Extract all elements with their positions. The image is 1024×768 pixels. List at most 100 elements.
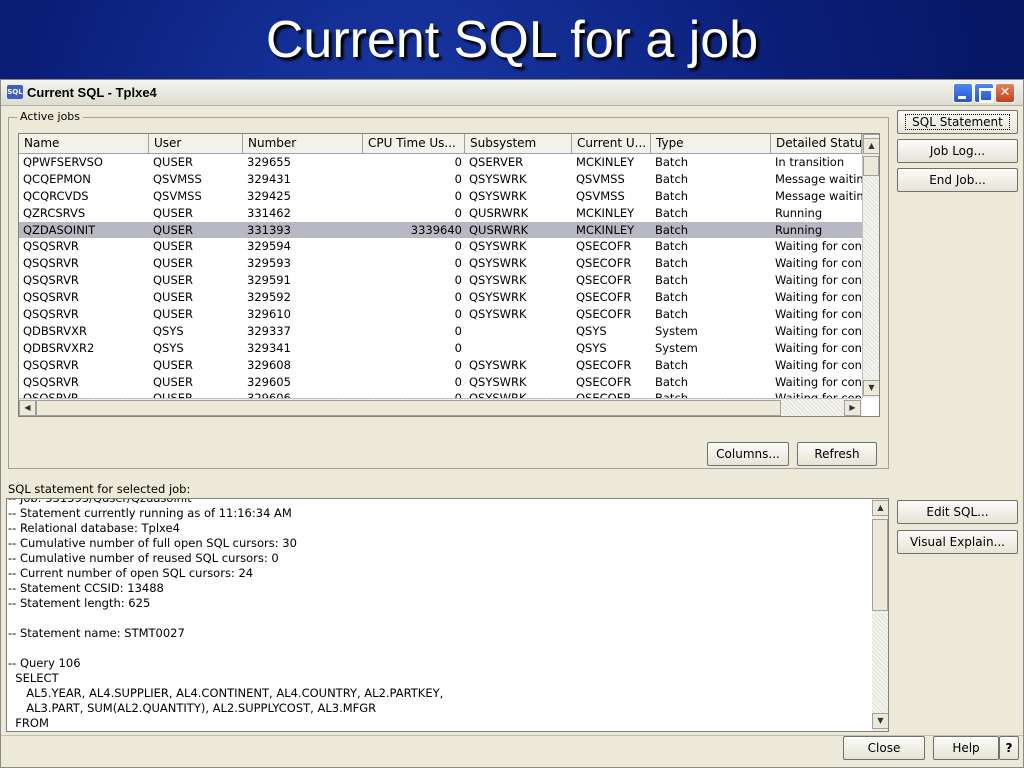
minimize-button[interactable]: [953, 83, 973, 103]
table-cell: QSERVER: [469, 155, 524, 169]
table-cell: 3339640: [410, 222, 462, 237]
table-cell: Message waiting: [775, 188, 862, 203]
whats-this-button[interactable]: ?: [999, 736, 1019, 760]
table-vertical-thumb[interactable]: [863, 156, 879, 176]
table-vertical-scrollbar[interactable]: ▲ ▼: [862, 134, 879, 398]
column-header[interactable]: Type: [651, 134, 771, 154]
sql-app-icon: SQL: [7, 85, 23, 99]
table-cell: Batch: [655, 188, 689, 203]
table-row[interactable]: QSQSRVRQUSER3296060QSYSWRKQSECOFRBatchWa…: [19, 390, 862, 398]
table-cell: Batch: [651, 390, 771, 398]
scroll-left-icon[interactable]: ◀: [19, 400, 36, 416]
edit-sql-button[interactable]: Edit SQL...: [897, 500, 1018, 524]
table-cell: QUSER: [153, 205, 194, 220]
table-horizontal-thumb[interactable]: [36, 400, 781, 416]
table-row[interactable]: QSQSRVR QUSER 329610 0 QSYSWRK QSECOFR Batch Wa…: [19, 306, 862, 323]
current-sql-window: SQL Current SQL - Tplxe4 ✕ Active jobs N…: [0, 79, 1024, 768]
table-cell: QUSER: [153, 307, 194, 322]
table-cell: MCKINLEY: [576, 222, 635, 237]
column-header[interactable]: Subsystem: [465, 134, 572, 154]
column-header[interactable]: Current U...: [572, 134, 651, 154]
column-header[interactable]: CPU Time Us...: [363, 134, 465, 154]
table-cell: MCKINLEY: [576, 155, 635, 169]
scroll-up-icon[interactable]: ▲: [863, 138, 879, 154]
table-horizontal-scrollbar[interactable]: ◀ ▶: [19, 398, 862, 416]
table-row[interactable]: QCQRCVDS QSVMSS 329425 0 QSYSWRK QSVMSS Batch M…: [19, 188, 862, 205]
sql-line: -- Statement currently running as of 11:…: [8, 506, 292, 520]
table-cell: Waiting for condition: [775, 239, 862, 254]
table-cell: Waiting for condition: [771, 390, 862, 398]
table-cell: Batch: [655, 155, 689, 169]
job-log-button[interactable]: Job Log...: [897, 139, 1018, 163]
table-cell: QSYSWRK: [469, 188, 527, 203]
close-icon: ✕: [999, 85, 1011, 100]
sql-vertical-scrollbar[interactable]: ▲ ▼: [872, 499, 888, 731]
end-job-button[interactable]: End Job...: [897, 168, 1018, 192]
table-cell: QUSER: [153, 357, 194, 372]
visual-explain-button[interactable]: Visual Explain...: [897, 530, 1018, 554]
table-row[interactable]: QZRCSRVS QUSER 331462 0 QUSRWRK MCKINLEY Batch…: [19, 205, 862, 222]
sql-line: [8, 641, 868, 656]
sql-scroll-down-icon[interactable]: ▼: [872, 713, 888, 729]
table-cell: QSYS: [153, 323, 184, 338]
table-cell: 329341: [247, 340, 291, 355]
close-window-button[interactable]: ✕: [995, 83, 1015, 103]
sql-statement-textarea[interactable]: -- Job: 331393/Quser/Qzdasoinit -- Statem…: [6, 498, 889, 732]
refresh-button[interactable]: Refresh: [797, 442, 877, 466]
table-cell: 0: [454, 273, 462, 288]
window-titlebar[interactable]: SQL Current SQL - Tplxe4 ✕: [1, 80, 1023, 106]
table-cell: QSYSWRK: [469, 290, 527, 305]
help-button[interactable]: Help: [933, 736, 999, 760]
table-cell: 0: [454, 155, 462, 169]
table-cell: QCQEPMON: [23, 171, 91, 186]
table-cell: QUSER: [153, 256, 194, 271]
table-row[interactable]: QSQSRVR QUSER 329593 0 QSYSWRK QSECOFR Batch Wa…: [19, 255, 862, 272]
table-row[interactable]: QDBSRVXR QSYS 329337 0 QSYS System Waiting for…: [19, 323, 862, 340]
columns-button[interactable]: Columns...: [707, 442, 789, 466]
table-cell: QSYSWRK: [469, 357, 527, 372]
maximize-button[interactable]: [974, 83, 994, 103]
table-cell: QUSER: [153, 239, 194, 254]
table-cell: QSVMSS: [576, 171, 625, 186]
table-cell: 329425: [247, 188, 291, 203]
table-cell: QSQSRVR: [23, 357, 79, 372]
sql-line: -- Statement length: 625: [8, 596, 151, 610]
table-cell: Waiting for condition: [775, 273, 862, 288]
close-button[interactable]: Close: [843, 736, 925, 760]
table-cell: QDBSRVXR: [23, 323, 87, 338]
column-header[interactable]: Name: [19, 134, 149, 154]
table-cell: QSQSRVR: [23, 374, 79, 389]
table-row[interactable]: QSQSRVR QUSER 329592 0 QSYSWRK QSECOFR Batch Wa…: [19, 289, 862, 306]
table-cell: QSYS: [576, 323, 607, 338]
table-cell: Batch: [655, 256, 689, 271]
table-cell: Running: [775, 222, 823, 237]
table-cell: [465, 323, 572, 340]
table-cell: QSECOFR: [576, 307, 632, 322]
table-row[interactable]: QCQEPMON QSVMSS 329431 0 QSYSWRK QSVMSS Batch M…: [19, 171, 862, 188]
sql-statement-button[interactable]: SQL Statement: [897, 110, 1018, 134]
table-cell: QSVMSS: [576, 188, 625, 203]
table-cell: QUSER: [153, 374, 194, 389]
sql-line: AL5.YEAR, AL4.SUPPLIER, AL4.CONTINENT, A…: [8, 686, 444, 700]
column-header[interactable]: Detailed Status: [771, 134, 862, 154]
table-row[interactable]: QDBSRVXR2 QSYS 329341 0 QSYS System Waiting fo…: [19, 340, 862, 357]
sql-vertical-thumb[interactable]: [872, 519, 888, 611]
sql-scroll-up-icon[interactable]: ▲: [872, 500, 888, 516]
column-header[interactable]: User: [149, 134, 243, 154]
table-cell: QSVMSS: [153, 171, 202, 186]
sql-line: -- Current number of open SQL cursors: 2…: [8, 566, 254, 580]
table-row[interactable]: QZDASOINIT QUSER 331393 3339640 QUSRWRK MCKIN…: [19, 221, 862, 239]
table-row[interactable]: QPWFSERVSO QUSER 329655 0 QSERVER MCKINLEY Bat…: [19, 154, 862, 171]
table-cell: QUSRWRK: [469, 222, 529, 237]
scroll-right-icon[interactable]: ▶: [844, 400, 861, 416]
table-cell: QSYSWRK: [469, 273, 527, 288]
sql-line: -- Query 106: [8, 656, 81, 670]
table-row[interactable]: QSQSRVR QUSER 329591 0 QSYSWRK QSECOFR Batch Wa…: [19, 272, 862, 289]
table-row[interactable]: QSQSRVR QUSER 329594 0 QSYSWRK QSECOFR Batch Wa…: [19, 238, 862, 255]
sql-line: -- Job: 331393/Quser/Qzdasoinit: [8, 498, 192, 505]
column-header[interactable]: Number: [243, 134, 363, 154]
table-row[interactable]: QSQSRVR QUSER 329608 0 QSYSWRK QSECOFR Batch Wa…: [19, 357, 862, 374]
table-cell: 329610: [247, 307, 291, 322]
table-row[interactable]: QSQSRVR QUSER 329605 0 QSYSWRK QSECOFR Batch Wa…: [19, 374, 862, 391]
scroll-down-icon[interactable]: ▼: [863, 380, 879, 396]
